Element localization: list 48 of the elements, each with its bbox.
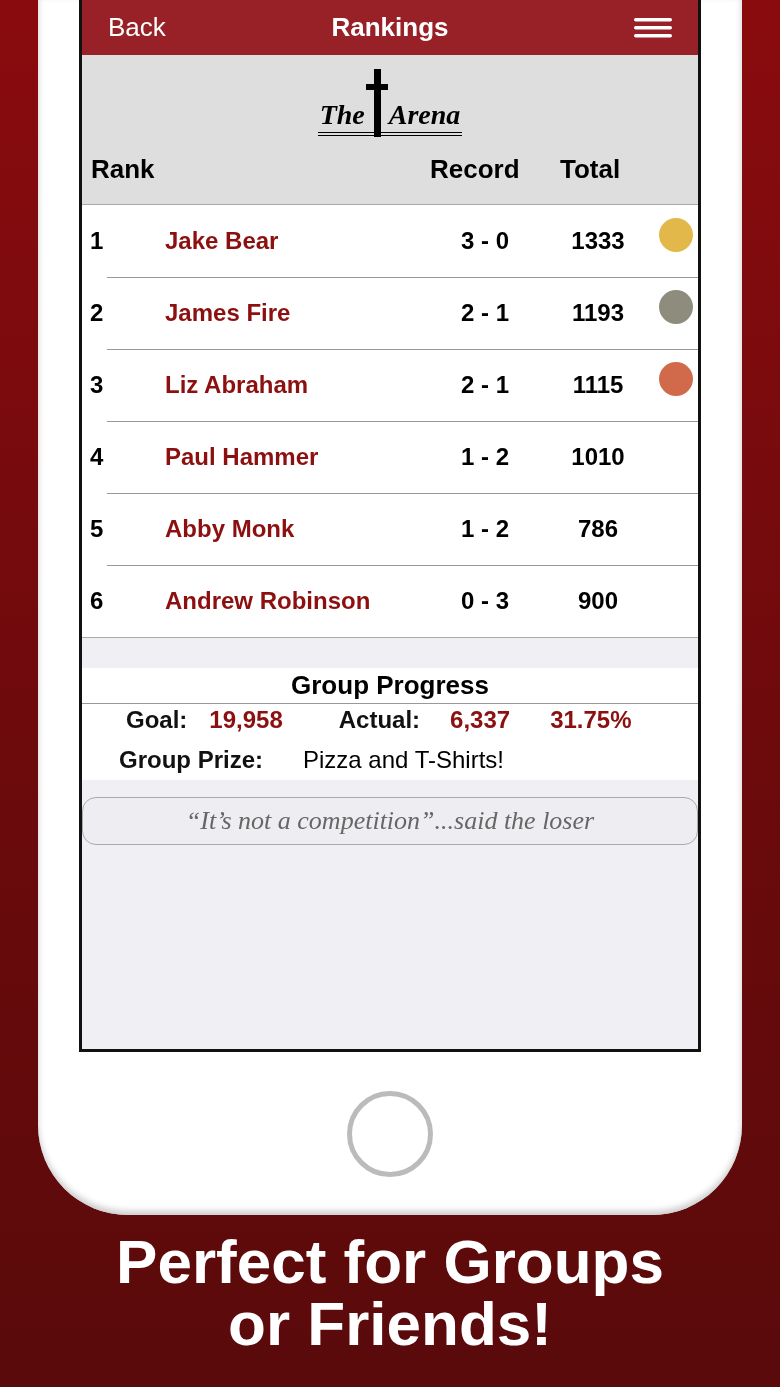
percent-value: 31.75% xyxy=(550,706,632,734)
record-text: 1 - 2 xyxy=(460,443,510,471)
rank-number: 1 xyxy=(90,227,105,255)
player-name: Paul Hammer xyxy=(165,443,320,471)
player-name: James Fire xyxy=(165,299,292,327)
actual-label: Actual: xyxy=(338,706,421,734)
record-text: 2 - 1 xyxy=(460,299,510,327)
back-button[interactable]: Back xyxy=(108,12,228,43)
total-score: 786 xyxy=(576,515,619,543)
ranking-row[interactable]: 5 Abby Monk 1 - 2 786 xyxy=(82,493,698,565)
section-title: Group Progress xyxy=(82,670,698,704)
total-score: 1333 xyxy=(570,227,626,255)
goal-label: Goal: xyxy=(126,706,188,734)
player-name: Andrew Robinson xyxy=(165,587,372,615)
record-text: 1 - 2 xyxy=(460,515,510,543)
column-header: Total xyxy=(560,154,622,185)
quote-box: “It’s not a competition”...said the loser xyxy=(82,797,698,845)
player-name: Jake Bear xyxy=(165,227,280,255)
goal-value: 19,958 xyxy=(209,706,283,734)
rank-number: 2 xyxy=(90,299,105,327)
rank-number: 6 xyxy=(90,587,105,615)
total-score: 1193 xyxy=(570,299,626,327)
actual-value: 6,337 xyxy=(450,706,511,734)
record-text: 0 - 3 xyxy=(460,587,510,615)
total-score: 1010 xyxy=(570,443,626,471)
player-name: Liz Abraham xyxy=(165,371,310,399)
column-header: Record xyxy=(430,154,521,185)
total-score: 1115 xyxy=(571,371,625,399)
player-name: Abby Monk xyxy=(165,515,296,543)
ranking-row[interactable]: 1 Jake Bear 3 - 0 1333 xyxy=(82,205,698,277)
menu-icon[interactable] xyxy=(634,17,672,38)
prize-label: Group Prize: xyxy=(119,746,263,774)
column-header: Rank xyxy=(91,154,156,185)
rank-number: 3 xyxy=(90,371,105,399)
ranking-row[interactable]: 6 Andrew Robinson 0 - 3 900 xyxy=(82,565,698,637)
total-score: 900 xyxy=(576,587,619,615)
cross-icon xyxy=(365,69,388,137)
caption: Perfect for Groups or Friends! xyxy=(115,1231,665,1355)
record-text: 3 - 0 xyxy=(460,227,510,255)
rank-number: 4 xyxy=(90,443,105,471)
ranking-row[interactable]: 4 Paul Hammer 1 - 2 1010 xyxy=(82,421,698,493)
ranking-row[interactable]: 2 James Fire 2 - 1 1193 xyxy=(82,277,698,349)
rank-number: 5 xyxy=(90,515,105,543)
prize-value: Pizza and T-Shirts! xyxy=(303,746,504,774)
logo: The Arena xyxy=(317,69,463,136)
ranking-row[interactable]: 3 Liz Abraham 2 - 1 1115 xyxy=(82,349,698,421)
screen-title: Rankings xyxy=(330,12,450,43)
record-text: 2 - 1 xyxy=(460,371,510,399)
